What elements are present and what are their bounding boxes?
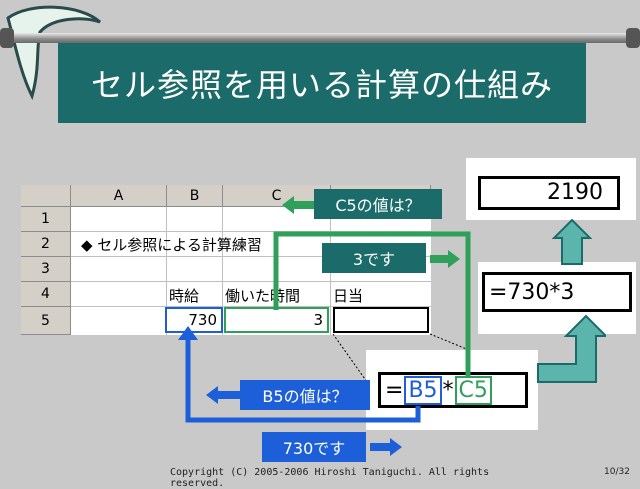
flow-arrow-up-icon (537, 314, 606, 383)
callout-b5-question: B5の値は？ (240, 380, 370, 410)
right-arrow-icon (430, 250, 460, 268)
left-arrow-icon (206, 386, 240, 404)
callout-b5-answer: 730です (262, 432, 366, 462)
callout-c5-question: C5の値は？ (314, 189, 442, 219)
right-arrow-icon (370, 438, 402, 456)
left-arrow-icon (282, 196, 314, 214)
flow-arrow-up-icon (552, 218, 592, 265)
callout-c5-answer: 3です (322, 243, 426, 273)
copyright-footer: Copyright (C) 2005-2006 Hiroshi Taniguch… (170, 467, 490, 489)
page-number: 10/32 (604, 467, 630, 477)
